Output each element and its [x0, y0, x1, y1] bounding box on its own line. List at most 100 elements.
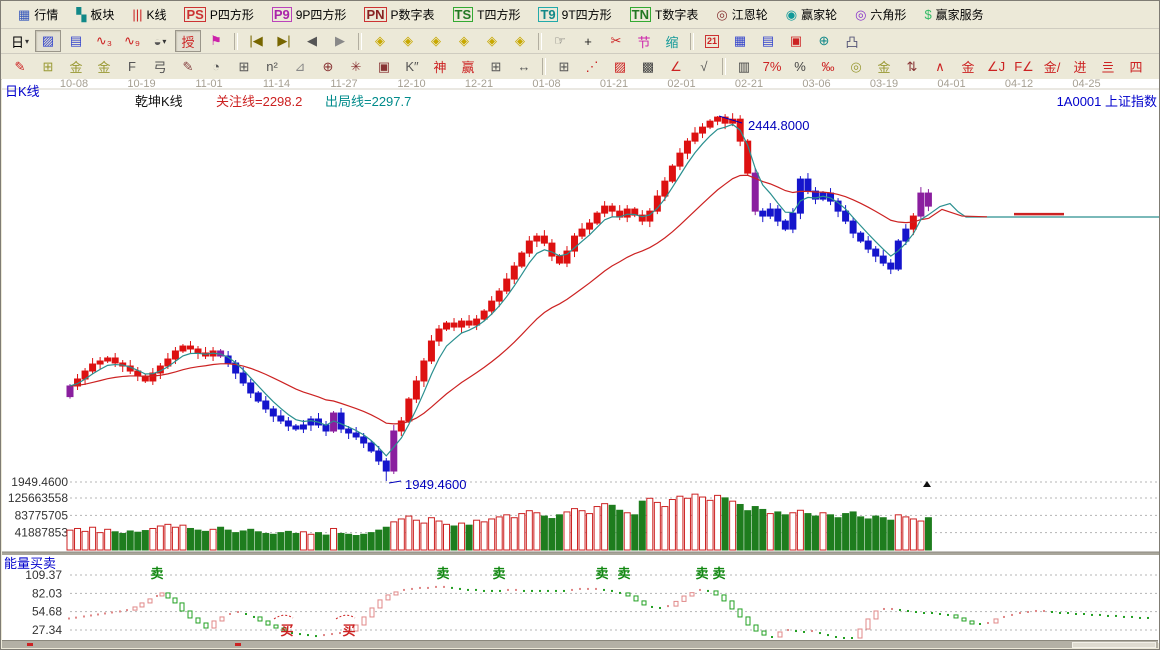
toolbar-separator — [690, 33, 694, 50]
diamond-right-icon: ◈ — [403, 33, 413, 49]
ticket-grid-button[interactable]: ⊞ — [483, 56, 509, 78]
f-grid-button[interactable]: F — [119, 56, 145, 78]
last-bar-button[interactable]: ▶| — [271, 30, 297, 52]
wave-9-button[interactable]: ∿₉ — [119, 30, 145, 52]
dense-grid-button[interactable]: ⊞ — [231, 56, 257, 78]
gold-slash-button[interactable]: 金/ — [1039, 56, 1065, 78]
status-scrollbar[interactable] — [2, 640, 1158, 648]
prev-bar-button[interactable]: ◀ — [299, 30, 325, 52]
pct-7-button[interactable]: 7% — [759, 56, 785, 78]
menu-item-winner-service[interactable]: $赢家服务 — [915, 6, 992, 23]
menu-item-t-number-table[interactable]: TNT数字表 — [621, 6, 708, 23]
box-spiral-button[interactable]: ▣ — [371, 56, 397, 78]
check-wave-button[interactable]: √ — [691, 56, 717, 78]
volume-bar — [466, 525, 472, 550]
permille-button[interactable]: ‰ — [815, 56, 841, 78]
jin-tool-button[interactable]: 进 — [1067, 56, 1093, 78]
pct-button[interactable]: % — [787, 56, 813, 78]
calendar-21-button[interactable]: 21 — [699, 30, 725, 52]
angle-tool-icon: ∠ — [670, 59, 682, 75]
menu-item-t-square[interactable]: TST四方形 — [444, 6, 530, 23]
gold-grid-2-icon: 金 — [97, 57, 110, 76]
oscillator-bar — [994, 619, 998, 623]
menu-item-gann-wheel[interactable]: ◎江恩轮 — [707, 6, 776, 23]
menu-item-sectors[interactable]: ▚板块 — [67, 6, 123, 23]
menu-item-p-number-table[interactable]: PNP数字表 — [355, 6, 443, 23]
info-list-button[interactable]: ▤ — [63, 30, 89, 52]
menu-item-hexagon[interactable]: ◎六角形 — [846, 6, 915, 23]
diamond-right-button[interactable]: ◈ — [395, 30, 421, 52]
menu-item-p-square[interactable]: PSP四方形 — [175, 6, 262, 23]
menu-item-9t-square[interactable]: T99T四方形 — [529, 6, 620, 23]
wave-3-button[interactable]: ∿₃ — [91, 30, 117, 52]
menu-item-9p-square[interactable]: P99P四方形 — [263, 6, 356, 23]
flag-marker-button[interactable]: ⚑ — [203, 30, 229, 52]
diamond-cross-button[interactable]: ◈ — [479, 30, 505, 52]
period-day-dropdown-button[interactable]: 日▾ — [7, 30, 33, 52]
calculator-button[interactable]: ▦ — [727, 30, 753, 52]
shade-box-button[interactable]: ▨ — [607, 56, 633, 78]
print-tool-button[interactable]: 凸 — [839, 30, 865, 52]
square-plus-button[interactable]: ⊞ — [551, 56, 577, 78]
diamond-grid-button[interactable]: ◈ — [507, 30, 533, 52]
star-tool-button[interactable]: ✳ — [343, 56, 369, 78]
volume-bar — [594, 507, 600, 550]
si-tool-button[interactable]: 亖 — [1095, 56, 1121, 78]
next-bar-button[interactable]: ▶ — [327, 30, 353, 52]
gold-angle-button[interactable]: 金 — [955, 56, 981, 78]
n2-tool-button[interactable]: n² — [259, 56, 285, 78]
h-range-button[interactable]: ↔ — [511, 56, 537, 78]
shou-stamp-button[interactable]: 授 — [175, 30, 201, 52]
9p-square-icon: P9 — [272, 7, 292, 22]
gold-line-button[interactable]: 金 — [871, 56, 897, 78]
hand-tool-button[interactable]: ☞ — [547, 30, 573, 52]
qiankun-pattern-toggle-button[interactable]: ▨ — [35, 30, 61, 52]
diamond-horizontal-button[interactable]: ◈ — [423, 30, 449, 52]
save-button[interactable]: ▣ — [783, 30, 809, 52]
diamond-expand-button[interactable]: ◈ — [451, 30, 477, 52]
gold-grid-1-button[interactable]: 金 — [63, 56, 89, 78]
menu-item-winner-wheel[interactable]: ◉赢家轮 — [777, 6, 846, 23]
ying-tool-button[interactable]: 赢 — [455, 56, 481, 78]
cut-tool-button[interactable]: ✂ — [603, 30, 629, 52]
gold-circle-button[interactable]: ◎ — [843, 56, 869, 78]
shen-tool-button[interactable]: 神 — [427, 56, 453, 78]
diamond-left-button[interactable]: ◈ — [367, 30, 393, 52]
brush-tool-button[interactable]: ✎ — [7, 56, 33, 78]
chart-canvas[interactable]: 1256635588377570541887853109.3782.0354.6… — [2, 79, 1160, 643]
suo-tool-button[interactable]: 缩 — [659, 30, 685, 52]
jie-tool-button[interactable]: 节 — [631, 30, 657, 52]
gann-compass-button[interactable]: ◔ — [203, 56, 229, 78]
k-prime-button[interactable]: K″ — [399, 56, 425, 78]
oscillator-dot — [851, 637, 853, 639]
angle-tool-button[interactable]: ∠ — [663, 56, 689, 78]
spiral-tool-button[interactable]: 弓 — [147, 56, 173, 78]
oscillator-dot — [403, 589, 405, 591]
bars-tool-button[interactable]: ▥ — [731, 56, 757, 78]
crosshair-tool-button[interactable]: + — [575, 30, 601, 52]
cycle-dropdown-button[interactable]: ◒▾ — [147, 30, 173, 52]
first-bar-button[interactable]: |◀ — [243, 30, 269, 52]
f-angle-button[interactable]: F∠ — [1011, 56, 1037, 78]
mirror-tool-button[interactable]: ⊿ — [287, 56, 313, 78]
web-tool-button[interactable]: ⊕ — [811, 30, 837, 52]
pen-tool-button[interactable]: ✎ — [175, 56, 201, 78]
target-tool-button[interactable]: ⊕ — [315, 56, 341, 78]
notes-button[interactable]: ▤ — [755, 30, 781, 52]
four-tool-button[interactable]: 四 — [1123, 56, 1149, 78]
menu-item-market-quotes[interactable]: ▦行情 — [9, 6, 67, 23]
grid-tool-button[interactable]: ⊞ — [35, 56, 61, 78]
gold-grid-2-button[interactable]: 金 — [91, 56, 117, 78]
print-tool-icon: 凸 — [845, 32, 858, 51]
ray-fan-button[interactable]: ⋰ — [579, 56, 605, 78]
j-angle-button[interactable]: ∠J — [983, 56, 1009, 78]
menu-item-label: 赢家服务 — [936, 6, 984, 23]
scrollbar-thumb[interactable] — [1072, 642, 1156, 648]
a-wave-button[interactable]: ∧ — [927, 56, 953, 78]
date-tick-label: 03-19 — [870, 79, 898, 90]
updown-tool-button[interactable]: ⇅ — [899, 56, 925, 78]
volume-bar — [624, 513, 630, 550]
gold-circle-icon: ◎ — [850, 59, 861, 75]
menu-item-kline[interactable]: |||K线 — [123, 6, 175, 23]
dark-grid-button[interactable]: ▩ — [635, 56, 661, 78]
